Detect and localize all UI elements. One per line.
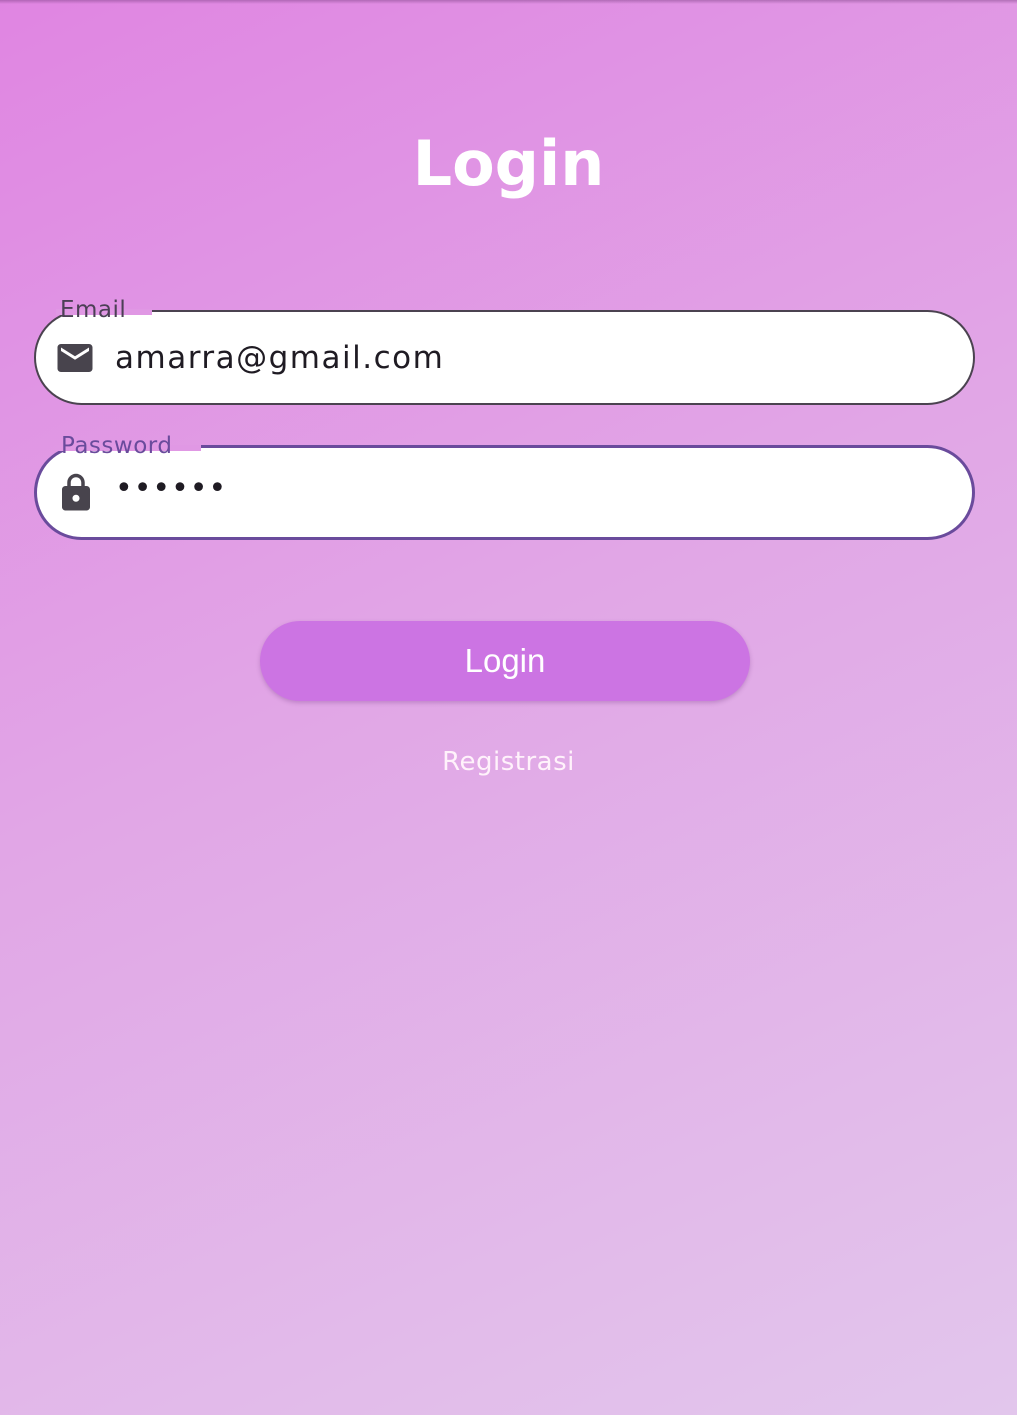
- status-bar-shadow: [0, 0, 1017, 4]
- lock-icon: [55, 472, 97, 514]
- mail-icon: [54, 337, 96, 379]
- login-button[interactable]: Login: [260, 621, 750, 701]
- login-screen: Login Email amarra@gmail.com Password ••…: [0, 0, 1017, 1415]
- email-input-value[interactable]: amarra@gmail.com: [115, 312, 444, 403]
- email-field[interactable]: Email amarra@gmail.com: [34, 297, 975, 405]
- password-input-value[interactable]: ••••••: [115, 444, 227, 533]
- page-title: Login: [412, 127, 605, 200]
- register-link[interactable]: Registrasi: [0, 742, 1017, 782]
- password-field[interactable]: Password ••••••: [34, 433, 975, 540]
